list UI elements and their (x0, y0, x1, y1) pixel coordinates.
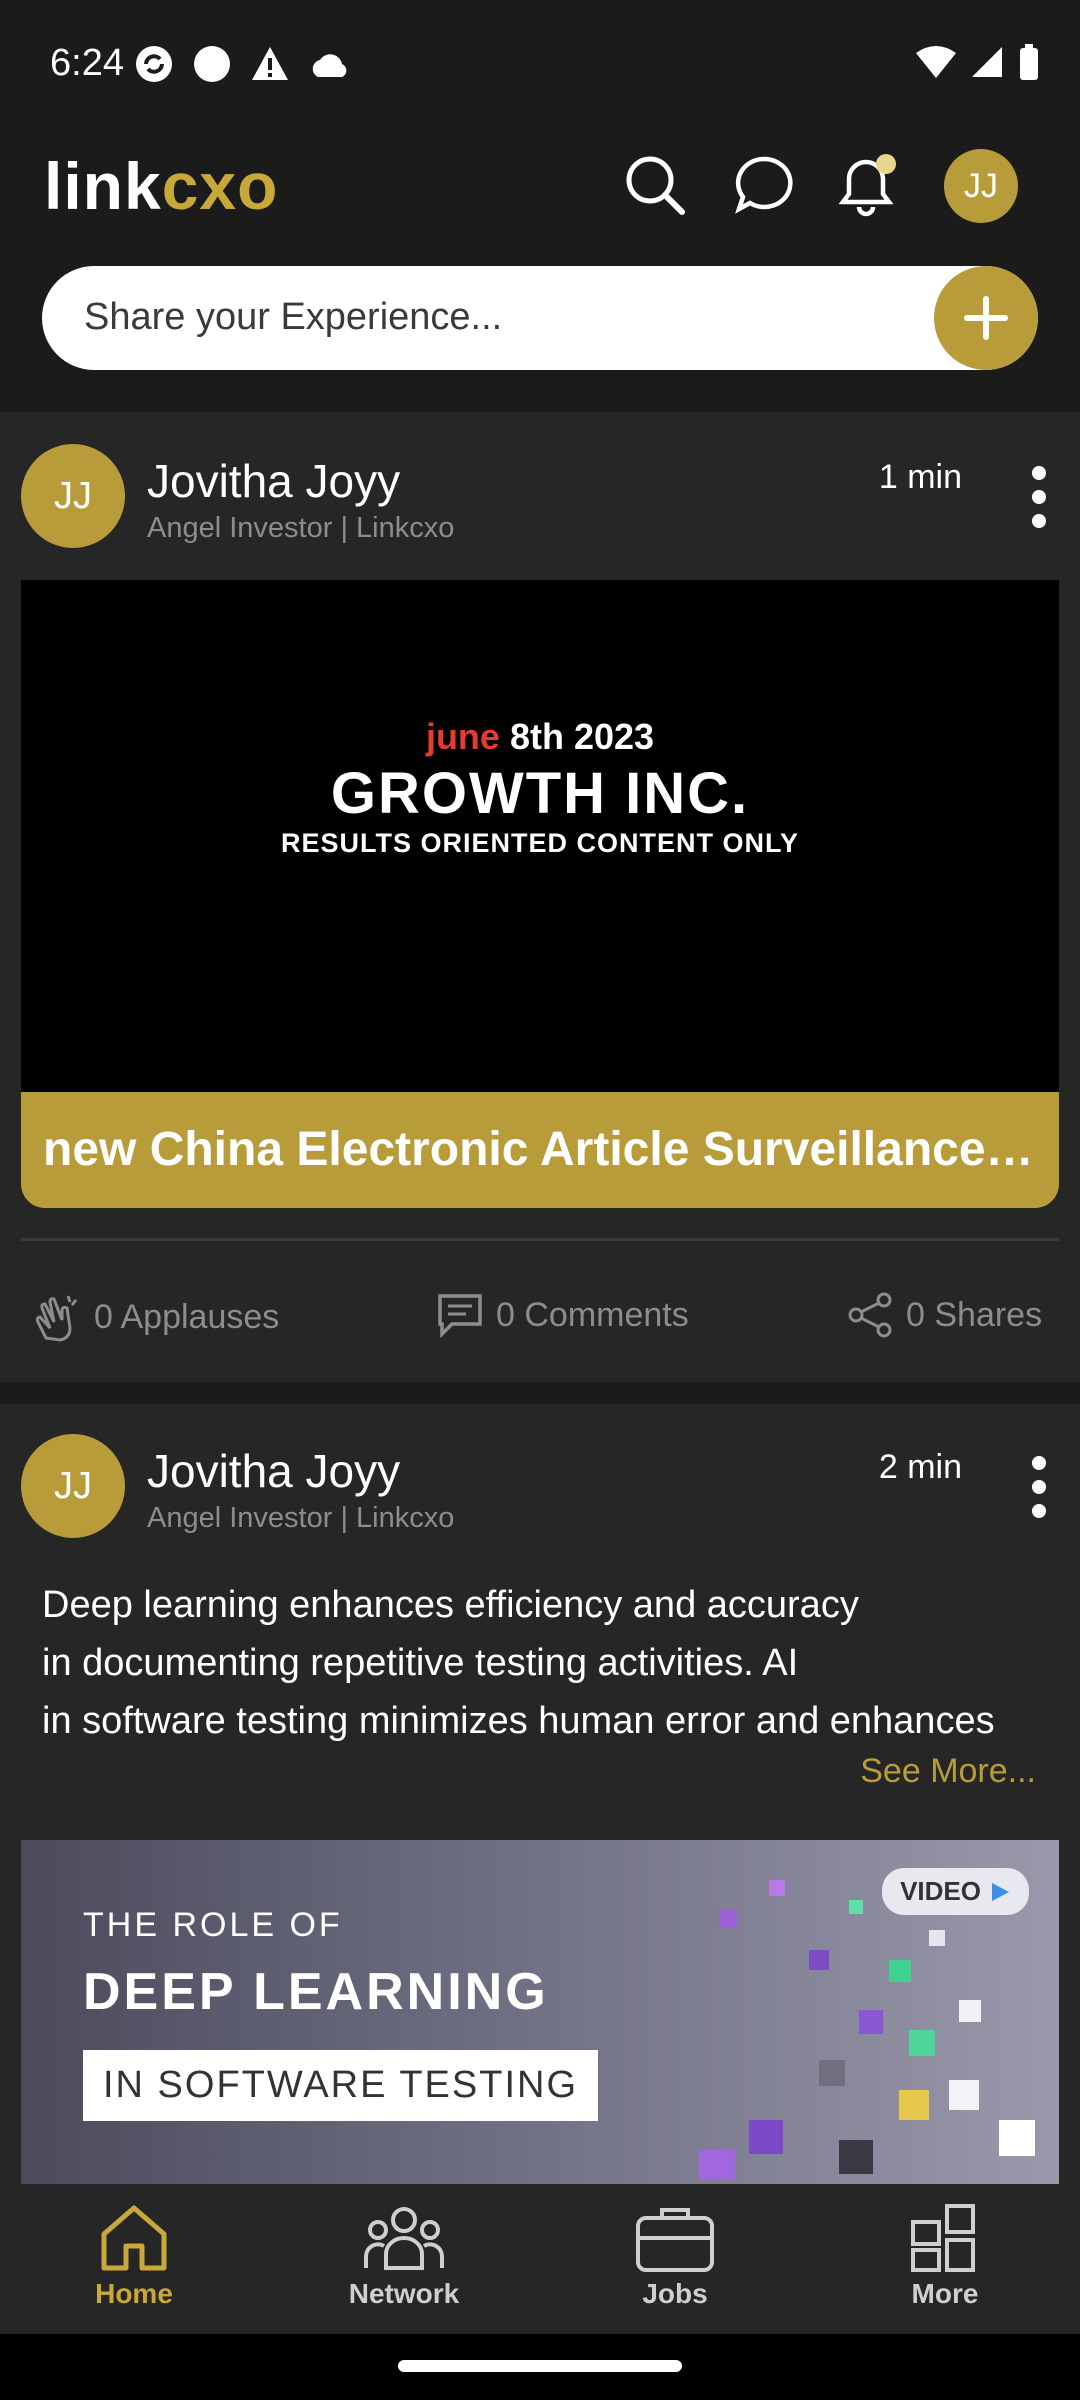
post-image[interactable]: THE ROLE OF DEEP LEARNING IN SOFTWARE TE… (21, 1840, 1059, 2184)
bell-icon (838, 154, 896, 217)
signal-icon (972, 47, 1002, 77)
share-icon (848, 1292, 892, 1338)
author-name[interactable]: Jovitha Joyy (147, 1444, 400, 1498)
sync-icon (136, 46, 172, 82)
warning-icon (252, 47, 288, 80)
linkcxo-logo: linkcxo (44, 149, 279, 223)
post-body-line: Deep learning enhances efficiency and ac… (42, 1584, 859, 1626)
kebab-dot (1032, 514, 1046, 528)
image-line-2: DEEP LEARNING (83, 1963, 549, 2021)
author-name[interactable]: Jovitha Joyy (147, 454, 400, 508)
post-time: 2 min (878, 1448, 962, 1486)
battery-icon (1020, 44, 1038, 80)
comment-icon (438, 1294, 482, 1338)
nav-jobs[interactable]: Jobs (575, 2202, 775, 2310)
post-body: Deep learning enhances efficiency and ac… (42, 1576, 1042, 1750)
post-body-line: in documenting repetitive testing activi… (42, 1642, 799, 1684)
status-bar: 6:24 (0, 0, 1080, 128)
applause-count: 0 Applauses (94, 1297, 280, 1336)
author-avatar[interactable]: JJ (21, 1434, 125, 1538)
post-caption[interactable]: new China Electronic Article Surveillanc… (21, 1092, 1059, 1208)
post-time: 1 min (878, 458, 962, 496)
plus-icon (964, 296, 1008, 340)
banner-tagline: RESULTS ORIENTED CONTENT ONLY (280, 828, 800, 858)
author-subtitle: Angel Investor | Linkcxo (147, 512, 455, 544)
gesture-bar-area (0, 2334, 1080, 2400)
banner-date: june 8th 2023 (425, 716, 655, 757)
video-badge: VIDEO (882, 1868, 1029, 1915)
cloud-icon (312, 54, 347, 77)
divider (21, 1238, 1059, 1241)
nav-network[interactable]: Network (304, 2202, 504, 2310)
status-system-icons (916, 44, 1040, 80)
post-menu-button[interactable] (1028, 466, 1050, 528)
search-icon (626, 156, 685, 215)
create-post-button[interactable] (934, 266, 1038, 370)
post-image[interactable]: june 8th 2023 GROWTH INC. RESULTS ORIENT… (21, 580, 1059, 1092)
comment-button[interactable]: 0 Comments (436, 1292, 689, 1338)
share-placeholder: Share your Experience... (84, 296, 503, 338)
image-line-1: THE ROLE OF (83, 1906, 343, 1944)
post-menu-button[interactable] (1028, 1456, 1050, 1518)
see-more-link[interactable]: See More... (860, 1752, 1036, 1791)
circle-icon (194, 46, 230, 82)
kebab-dot (1032, 1480, 1046, 1494)
status-time: 6:24 (50, 42, 124, 84)
nav-home[interactable]: Home (34, 2202, 234, 2310)
home-icon (101, 2205, 167, 2271)
image-line-3: IN SOFTWARE TESTING (83, 2050, 599, 2121)
post-card: JJ Jovitha Joyy Angel Investor | Linkcxo… (0, 1404, 1080, 2184)
post-actions: 0 Applauses 0 Comments 0 Shares (0, 1292, 1080, 1352)
nav-more[interactable]: More (845, 2202, 1045, 2310)
search-button[interactable] (618, 148, 692, 222)
profile-avatar[interactable]: JJ (944, 149, 1018, 223)
chat-icon (735, 156, 793, 214)
status-notification-icons (134, 44, 350, 84)
author-avatar[interactable]: JJ (21, 444, 125, 548)
post-body-line: in software testing minimizes human erro… (42, 1700, 995, 1742)
share-button[interactable]: 0 Shares (848, 1292, 1042, 1338)
grid-icon (911, 2204, 975, 2272)
share-count: 0 Shares (906, 1295, 1043, 1334)
applause-button[interactable]: 0 Applauses (32, 1292, 279, 1342)
briefcase-icon (636, 2208, 714, 2272)
gesture-handle[interactable] (398, 2360, 682, 2372)
kebab-dot (1032, 490, 1046, 504)
kebab-dot (1032, 466, 1046, 480)
author-subtitle: Angel Investor | Linkcxo (147, 1502, 455, 1534)
kebab-dot (1032, 1456, 1046, 1470)
bottom-navigation: Home Network Jobs More (0, 2184, 1080, 2334)
clap-icon (35, 1295, 78, 1342)
banner-title: GROWTH INC. (330, 761, 750, 826)
network-icon (364, 2207, 444, 2270)
post-card: JJ Jovitha Joyy Angel Investor | Linkcxo… (0, 412, 1080, 1382)
play-icon (992, 1882, 1009, 1901)
wifi-icon (916, 46, 956, 78)
share-experience-input[interactable]: Share your Experience... (42, 266, 1038, 370)
messages-button[interactable] (727, 148, 801, 222)
kebab-dot (1032, 1504, 1046, 1518)
comment-count: 0 Comments (496, 1295, 689, 1334)
notifications-button[interactable] (830, 148, 904, 222)
